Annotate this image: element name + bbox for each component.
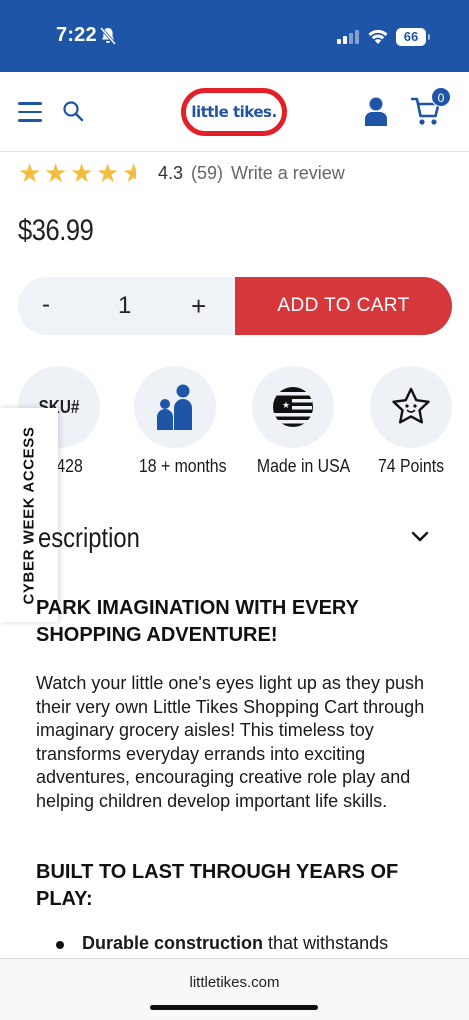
home-indicator[interactable] (150, 1005, 318, 1010)
quantity-decrease-button[interactable]: - (42, 291, 50, 319)
age-label: 18 + months (138, 456, 227, 476)
family-icon (134, 366, 216, 448)
quantity-increase-button[interactable]: + (191, 291, 206, 322)
feature-age: 18 + months (134, 366, 227, 477)
feature-made-in-usa: ★ Made in USA (252, 366, 351, 477)
quantity-value[interactable]: 1 (118, 292, 131, 320)
rating-row: ★ ★ ★ ★ ★ 4.3 (59) Write a review (18, 158, 345, 188)
wifi-icon (368, 29, 388, 44)
feature-points: 74 Points (370, 366, 452, 477)
flag-icon: ★ (252, 366, 334, 448)
bullet-text: that withstands (263, 933, 389, 953)
chevron-down-icon[interactable] (410, 530, 430, 544)
description-heading: PARK IMAGINATION WITH EVERY SHOPPING ADV… (36, 597, 359, 646)
cyber-week-label: CYBER WEEK ACCESS (20, 426, 38, 604)
little-tikes-logo[interactable]: little tikes. (181, 88, 287, 136)
site-header: little tikes. 0 (0, 72, 469, 152)
durability-heading: BUILT TO LAST THROUGH YEARS OF PLAY: (36, 861, 399, 910)
star-icon: ★ (70, 158, 94, 188)
origin-label: Made in USA (256, 456, 351, 476)
cyber-week-access-tab[interactable]: CYBER WEEK ACCESS (0, 408, 58, 622)
browser-domain[interactable]: littletikes.com (0, 974, 469, 991)
battery-indicator: 66 (396, 28, 426, 46)
description-body: Watch your little one's eyes light up as… (36, 673, 425, 811)
write-review-link[interactable]: Write a review (231, 163, 345, 184)
quantity-stepper: - 1 + (18, 277, 236, 335)
review-count[interactable]: (59) (191, 163, 223, 184)
star-icon: ★ (96, 158, 120, 188)
list-item: Durable construction that withstands (55, 933, 389, 954)
battery-cap (428, 34, 430, 40)
logo-text: little tikes. (191, 103, 277, 121)
status-time: 7:22 (56, 24, 97, 46)
account-icon[interactable] (364, 96, 388, 128)
cart-count-badge: 0 (431, 87, 451, 107)
description-toggle-label[interactable]: escription (38, 522, 140, 554)
star-face-icon (370, 366, 452, 448)
add-to-cart-button[interactable]: ADD TO CART (235, 277, 452, 335)
svg-text:★: ★ (282, 401, 290, 411)
bullet-bold-text: Durable construction (82, 933, 264, 953)
bell-off-icon (100, 27, 116, 45)
points-label: 74 Points (377, 456, 445, 476)
cellular-signal-icon (337, 30, 359, 44)
rating-value: 4.3 (158, 162, 184, 183)
hamburger-menu-icon[interactable] (18, 102, 42, 122)
product-price: $36.99 (18, 214, 94, 247)
star-icon: ★ (18, 158, 42, 188)
star-rating: ★ ★ ★ ★ ★ (18, 160, 136, 186)
browser-address-bar: littletikes.com (0, 958, 469, 1020)
status-bar: 7:22 66 (0, 0, 469, 72)
search-icon[interactable] (62, 100, 84, 122)
star-icon: ★ (44, 158, 68, 188)
star-half-icon: ★ (122, 160, 136, 186)
